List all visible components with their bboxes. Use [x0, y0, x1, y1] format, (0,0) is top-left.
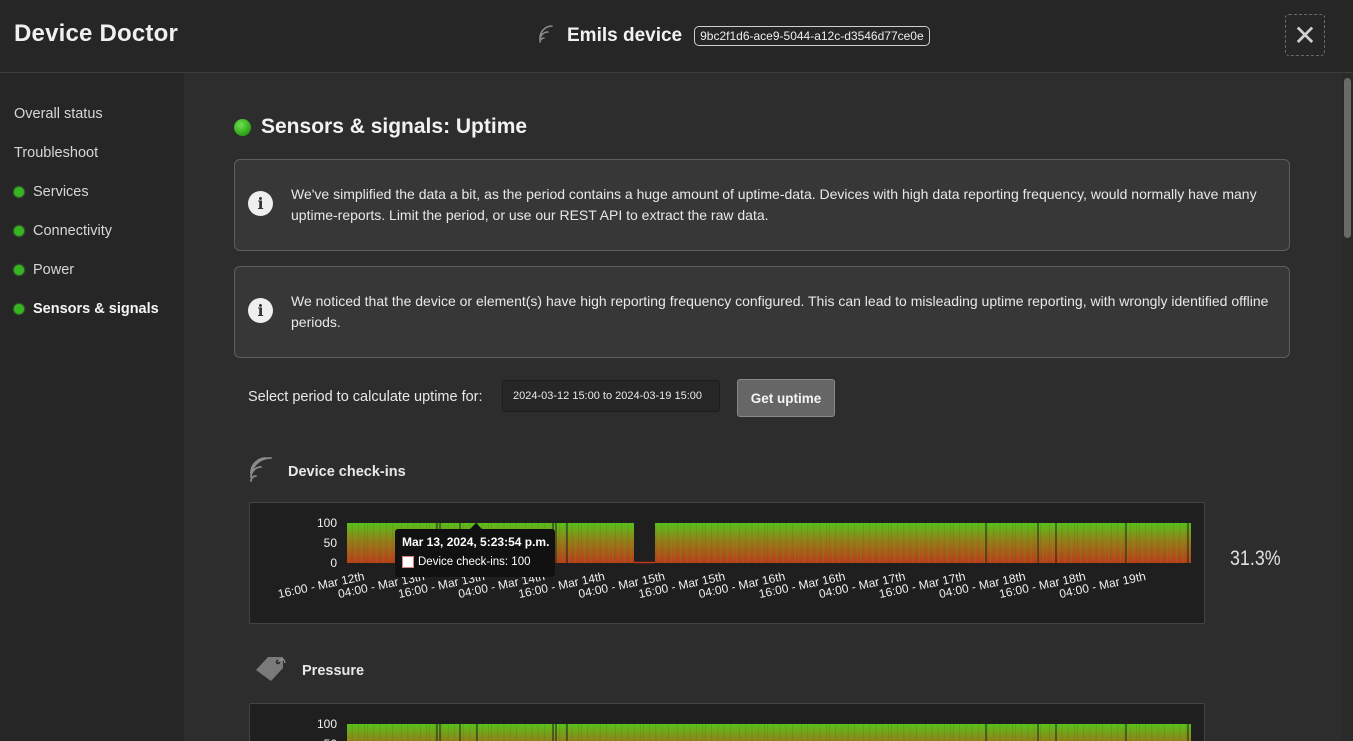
checkins-chart-svg: 10050016:00 - Mar 12th04:00 - Mar 13th16…: [277, 516, 1191, 601]
tooltip-row: Device check-ins: 100: [402, 556, 531, 568]
tooltip-title: Mar 13, 2024, 5:23:54 p.m.: [402, 535, 550, 549]
sidebar-item-label: Sensors & signals: [33, 301, 159, 317]
device-header: Emils device 9bc2f1d6-ace9-5044-a12c-d35…: [537, 22, 930, 49]
signal-icon: [537, 22, 559, 49]
y-tick-label: 50: [324, 737, 338, 741]
pressure-chart-svg: 100 50: [317, 717, 1191, 741]
top-bar: Device Doctor Emils device 9bc2f1d6-ace9…: [0, 0, 1353, 73]
app-title: Device Doctor: [14, 20, 178, 47]
period-label: Select period to calculate uptime for:: [248, 389, 483, 405]
close-icon: ✕: [1293, 19, 1317, 51]
period-input[interactable]: [502, 380, 720, 412]
sidebar-item-label: Power: [33, 262, 75, 278]
sidebar-item-power[interactable]: Power: [14, 262, 74, 278]
sidebar-item-troubleshoot[interactable]: Troubleshoot: [14, 145, 98, 161]
chart-pressure: 100 50: [249, 703, 1205, 741]
sidebar: Overall status Troubleshoot Services Con…: [0, 73, 183, 741]
chart-header-checkins: Device check-ins: [248, 454, 406, 489]
y-tick-label: 0: [330, 556, 337, 570]
sidebar-item-label: Services: [33, 184, 89, 200]
close-button[interactable]: ✕: [1285, 14, 1325, 56]
section-header: Sensors & signals: Uptime: [234, 115, 527, 139]
y-tick-label: 100: [317, 516, 337, 530]
data-bar: [347, 724, 1191, 741]
chart-title: Pressure: [302, 662, 365, 679]
info-text: We've simplified the data a bit, as the …: [291, 186, 1257, 223]
sidebar-item-sensors-signals[interactable]: Sensors & signals: [14, 301, 159, 317]
sidebar-item-connectivity[interactable]: Connectivity: [14, 223, 112, 239]
status-dot: [14, 304, 24, 314]
y-tick-label: 50: [324, 536, 338, 550]
sidebar-item-label: Troubleshoot: [14, 145, 99, 161]
status-dot: [234, 118, 251, 136]
chart-tooltip: Mar 13, 2024, 5:23:54 p.m. Device check-…: [395, 523, 555, 577]
info-icon: i: [248, 298, 273, 323]
main-content: Sensors & signals: Uptime i We've simpli…: [184, 73, 1341, 741]
info-box-simplified: i We've simplified the data a bit, as th…: [234, 159, 1290, 251]
tag-icon: [254, 654, 286, 687]
sidebar-item-label: Connectivity: [33, 223, 112, 239]
get-uptime-button[interactable]: Get uptime: [737, 379, 835, 417]
status-dot: [14, 265, 24, 275]
sidebar-item-overall-status[interactable]: Overall status: [14, 106, 103, 122]
page-title: Sensors & signals: Uptime: [261, 115, 528, 138]
offline-gap: [634, 523, 655, 562]
tooltip-value: Device check-ins: 100: [418, 556, 531, 568]
status-dot: [14, 187, 24, 197]
sidebar-item-services[interactable]: Services: [14, 184, 89, 200]
uptime-percentage: 31.3%: [1230, 547, 1281, 570]
chart-device-checkins: 100 50 0 16:00 - Mar 12th 04:00 - Mar 13th 16…: [249, 502, 1205, 624]
info-icon: i: [248, 191, 273, 216]
device-id-badge: 9bc2f1d6-ace9-5044-a12c-d3546d77ce0e: [694, 25, 930, 46]
signal-icon: [248, 454, 274, 489]
chart-header-pressure: Pressure: [254, 654, 364, 687]
status-dot: [14, 226, 24, 236]
sidebar-item-label: Overall status: [14, 106, 103, 122]
info-text: We noticed that the device or element(s)…: [291, 293, 1269, 330]
legend-swatch: [402, 556, 414, 568]
info-box-frequency: i We noticed that the device or element(…: [234, 266, 1290, 358]
device-name: Emils device: [567, 24, 683, 46]
chart-title: Device check-ins: [288, 463, 406, 480]
y-tick-label: 100: [317, 717, 337, 731]
scrollbar-thumb[interactable]: [1344, 78, 1351, 238]
